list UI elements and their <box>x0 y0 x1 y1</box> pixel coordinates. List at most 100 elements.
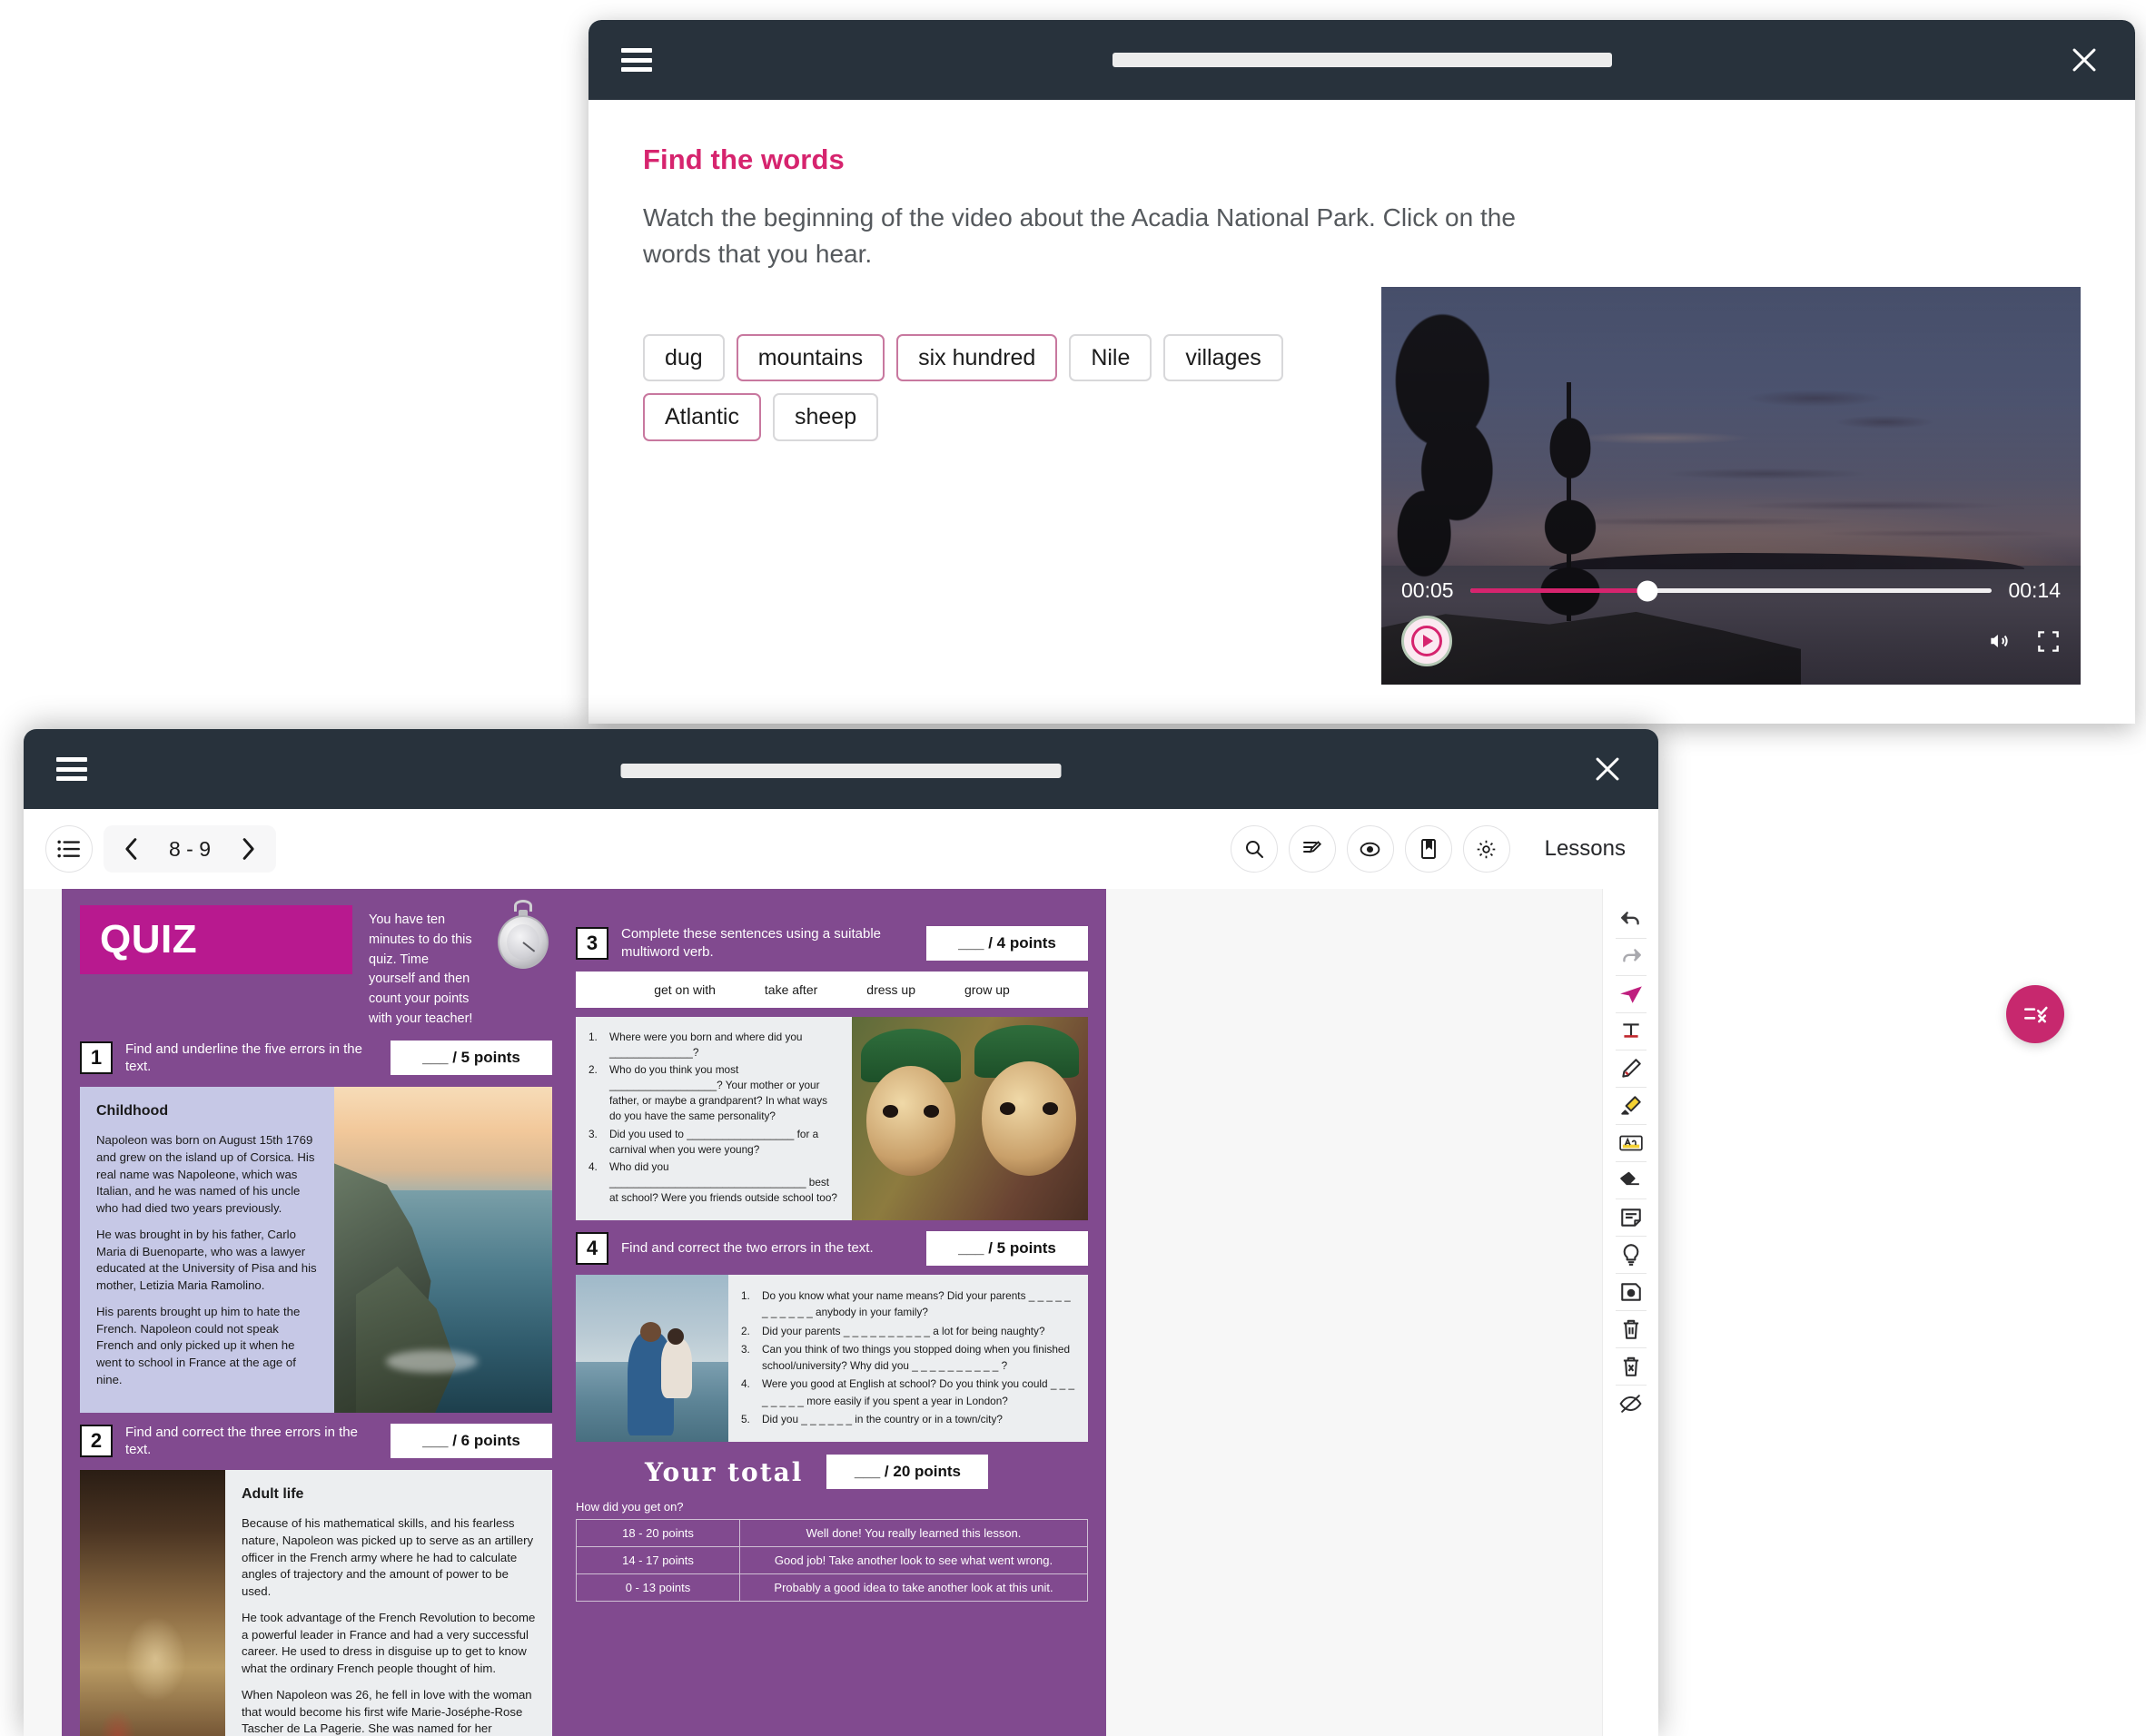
quiz-note: You have ten minutes to do this quiz. Ti… <box>369 905 478 1030</box>
paragraph: His parents brought up him to hate the F… <box>96 1304 318 1389</box>
chevron-right-icon[interactable] <box>231 832 265 866</box>
stopwatch-icon <box>494 900 552 969</box>
question-text: Who do you think you most ______________… <box>609 1062 841 1124</box>
hide-annotations-icon[interactable] <box>1610 1386 1652 1422</box>
total-label: Your total <box>645 1457 803 1487</box>
word-option-six-hundred[interactable]: six hundred <box>896 334 1057 382</box>
video-progress-fill <box>1470 588 1647 593</box>
exercise-2-card: Adult life Because of his mathematical s… <box>80 1470 552 1736</box>
word-option-villages[interactable]: villages <box>1163 334 1282 382</box>
question-text: Were you good at English at school? Do y… <box>762 1376 1077 1409</box>
table-row: 0 - 13 points Probably a good idea to ta… <box>577 1574 1088 1602</box>
underline-text-icon[interactable] <box>1610 1013 1652 1050</box>
lightbulb-icon[interactable] <box>1610 1237 1652 1273</box>
bookmark-icon[interactable] <box>1405 825 1452 873</box>
redo-icon[interactable] <box>1610 939 1652 975</box>
card-title: Adult life <box>242 1484 536 1505</box>
exercise-body: Find the words Watch the beginning of th… <box>588 100 2135 724</box>
word-option-atlantic[interactable]: Atlantic <box>643 393 761 441</box>
word-option-nile[interactable]: Nile <box>1069 334 1152 382</box>
question-text: Did your parents _ _ _ _ _ _ _ _ _ _ a l… <box>762 1323 1045 1339</box>
save-icon[interactable] <box>1610 1274 1652 1310</box>
paragraph: Napoleon was born on August 15th 1769 an… <box>96 1132 318 1218</box>
question-number: 5. <box>741 1411 756 1427</box>
gear-icon[interactable] <box>1463 825 1510 873</box>
carnival-masks-photo <box>852 1017 1088 1220</box>
exercise-4-body: 1.Do you know what your name means? Did … <box>576 1275 1088 1442</box>
couple-at-beach-photo <box>576 1275 728 1442</box>
video-progress-handle[interactable] <box>1637 580 1658 601</box>
annotate-icon[interactable] <box>1289 825 1336 873</box>
score-message: Good job! Take another look to see what … <box>740 1547 1088 1574</box>
page-navigator: 8 - 9 <box>104 825 276 873</box>
question-text: Who did you ____________________________… <box>609 1159 841 1206</box>
score-range: 14 - 17 points <box>577 1547 740 1574</box>
video-controls: 00:05 00:14 <box>1381 578 2081 685</box>
clear-all-icon[interactable] <box>1610 1348 1652 1385</box>
exercise-window: Find the words Watch the beginning of th… <box>588 20 2135 724</box>
screenshot-stage: Find the words Watch the beginning of th… <box>0 0 2146 1736</box>
question-text: Can you think of two things you stopped … <box>762 1341 1077 1375</box>
list-menu-icon[interactable] <box>56 757 87 781</box>
reader-tool-buttons: Lessons <box>1231 825 1637 873</box>
quiz-title: QUIZ <box>80 905 352 974</box>
exercise-instruction: Complete these sentences using a suitabl… <box>621 925 914 961</box>
word-option-sheep[interactable]: sheep <box>773 393 878 441</box>
lessons-label[interactable]: Lessons <box>1545 836 1626 862</box>
total-row: Your total ___ / 20 points <box>576 1455 1088 1489</box>
score-message: Probably a good idea to take another loo… <box>740 1574 1088 1602</box>
question-number: 4. <box>588 1159 603 1206</box>
question-item: 1.Do you know what your name means? Did … <box>741 1287 1077 1321</box>
exercise-points: ___ / 6 points <box>391 1424 552 1458</box>
exercise-3-header: 3 Complete these sentences using a suita… <box>576 925 1088 961</box>
window-titlebar <box>588 20 2135 100</box>
question-text: Where were you born and where did you __… <box>609 1030 841 1060</box>
pointer-icon[interactable] <box>1610 976 1652 1012</box>
search-icon[interactable] <box>1231 825 1278 873</box>
trash-icon[interactable] <box>1610 1311 1652 1347</box>
paragraph: When Napoleon was 26, he fell in love wi… <box>242 1687 536 1736</box>
word-choice-list: dug mountains six hundred Nile villages … <box>643 334 1333 442</box>
napoleon-coronation-painting <box>80 1470 225 1736</box>
verb-option: grow up <box>964 982 1010 997</box>
question-number: 2. <box>588 1062 603 1124</box>
coursebook-page: QUIZ You have ten minutes to do this qui… <box>62 889 1106 1736</box>
text-highlight-icon[interactable] <box>1610 1125 1652 1161</box>
titlebar-address-pill <box>621 764 1062 778</box>
list-menu-icon[interactable] <box>621 48 652 72</box>
table-row: 18 - 20 points Well done! You really lea… <box>577 1520 1088 1547</box>
total-points: ___ / 20 points <box>826 1455 988 1489</box>
play-icon[interactable] <box>1401 616 1452 666</box>
paragraph: Because of his mathematical skills, and … <box>242 1515 536 1601</box>
exercise-number: 2 <box>80 1425 113 1457</box>
note-icon[interactable] <box>1610 1199 1652 1236</box>
eraser-icon[interactable] <box>1610 1162 1652 1198</box>
exercise-3-body: 1.Where were you born and where did you … <box>576 1017 1088 1220</box>
close-icon[interactable] <box>1589 751 1626 787</box>
table-of-contents-icon[interactable] <box>45 825 93 873</box>
fullscreen-icon[interactable] <box>2036 629 2061 654</box>
check-cross-answers-icon[interactable] <box>2006 985 2064 1043</box>
highlighter-icon[interactable] <box>1610 1088 1652 1124</box>
question-text: Did you used to __________________ for a… <box>609 1127 841 1158</box>
word-option-mountains[interactable]: mountains <box>737 334 885 382</box>
exercise-points: ___ / 4 points <box>926 926 1088 961</box>
quiz-header: QUIZ You have ten minutes to do this qui… <box>80 905 552 1030</box>
word-option-dug[interactable]: dug <box>643 334 725 382</box>
paragraph: He took advantage of the French Revoluti… <box>242 1610 536 1678</box>
chevron-left-icon[interactable] <box>114 832 149 866</box>
exercise-points: ___ / 5 points <box>391 1041 552 1075</box>
question-text: Do you know what your name means? Did yo… <box>762 1287 1077 1321</box>
video-progress-track[interactable] <box>1470 588 1993 593</box>
exercise-1-header: 1 Find and underline the five errors in … <box>80 1041 552 1076</box>
volume-icon[interactable] <box>1985 629 2012 653</box>
eye-icon[interactable] <box>1347 825 1394 873</box>
undo-icon[interactable] <box>1610 902 1652 938</box>
exercise-2-header: 2 Find and correct the three errors in t… <box>80 1424 552 1459</box>
video-player[interactable]: 00:05 00:14 <box>1381 287 2081 685</box>
pencil-icon[interactable] <box>1610 1050 1652 1087</box>
close-icon[interactable] <box>2066 42 2102 78</box>
exercise-instruction: Find and correct the three errors in the… <box>125 1424 378 1459</box>
exercise-instruction: Find and correct the two errors in the t… <box>621 1239 914 1258</box>
reader-toolbar: 8 - 9 <box>24 809 1658 889</box>
